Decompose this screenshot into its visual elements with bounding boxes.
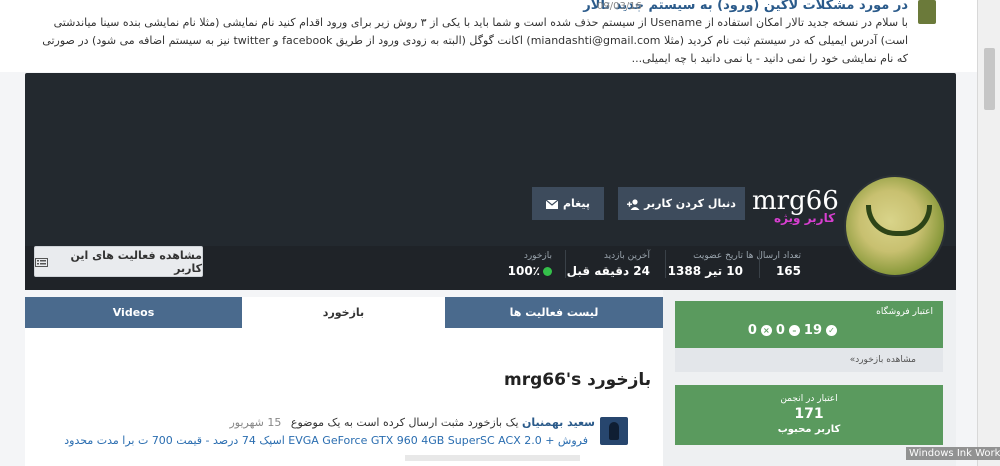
scrollbar-thumb[interactable] (984, 48, 995, 110)
follow-label: دنبال کردن کاربر (644, 197, 736, 210)
tab-activity[interactable]: لیست فعالیت ها (445, 297, 663, 328)
post-author-avatar[interactable] (918, 0, 936, 24)
check-icon (543, 267, 552, 276)
stat-label: بازخورد (523, 251, 552, 261)
message-button[interactable]: پیغام (532, 187, 604, 220)
page-scrollbar[interactable] (977, 0, 1000, 466)
profile-tabs: Videos بازخورد لیست فعالیت ها (25, 297, 663, 328)
stat-divider (565, 250, 566, 278)
envelope-icon (545, 197, 558, 210)
negative-icon: × (760, 325, 772, 336)
feedback-entry: سعید بهمنیان یک بازخورد مثبت ارسال کرده … (229, 416, 595, 429)
tab-videos[interactable]: Videos (25, 297, 242, 328)
windows-ink-overlay[interactable]: Windows Ink Work... (906, 447, 1000, 460)
store-reputation-title: اعتبار فروشگاه (876, 307, 933, 317)
stat-post-count: تعداد ارسال ها 165 (746, 251, 801, 278)
positive-icon: ✓ (826, 325, 837, 336)
stat-last-visit: آخرین بازدید 24 دقیقه قبل (567, 251, 650, 278)
feedback-topic-link[interactable]: فروش + EVGA GeForce GTX 960 4GB SuperSC … (64, 434, 588, 447)
store-reputation-values: ✓ 19 – 0 × 0 (748, 323, 837, 338)
feedback-date: 15 شهریور (229, 416, 282, 429)
stat-divider (665, 250, 666, 278)
forum-reputation-label: کاربر محبوب (777, 424, 841, 435)
store-reputation-header: اعتبار فروشگاه ✓ 19 – 0 × 0 (675, 301, 943, 348)
stat-join-date: تاریخ عضویت 10 تیر 1388 (668, 251, 743, 278)
stat-value: 10 تیر 1388 (667, 264, 743, 278)
add-user-icon (627, 197, 640, 210)
stat-value: 100٪ (507, 264, 540, 278)
forum-reputation-card: اعتبار در انجمن 171 کاربر محبوب (675, 385, 943, 445)
stat-value: 165 (775, 264, 801, 278)
stat-divider (759, 250, 760, 278)
view-activity-button[interactable]: مشاهده فعالیت های این کاربر (34, 246, 203, 277)
view-feedback-link[interactable]: مشاهده بازخورد» (850, 355, 916, 365)
stat-label: آخرین بازدید (603, 251, 650, 261)
neutral-icon: – (788, 325, 800, 336)
message-label: پیغام (562, 197, 591, 210)
neutral-count: 0 (775, 323, 785, 338)
profile-role-badge: کاربر ویژه (774, 211, 836, 225)
post-excerpt: با سلام در نسخه جدید تالار امکان استفاده… (42, 16, 908, 65)
activity-button-label: مشاهده فعالیت های این کاربر (70, 248, 202, 275)
negative-count: 0 (747, 323, 757, 338)
stat-feedback: بازخورد 100٪ (508, 251, 552, 278)
stat-label: تعداد ارسال ها (746, 251, 801, 261)
activity-icon (35, 255, 48, 268)
feedback-text: یک بازخورد مثبت ارسال کرده است به یک موض… (290, 416, 519, 429)
stat-value: 24 دقیقه قبل (566, 264, 650, 278)
stat-value-wrap: 100٪ (508, 264, 552, 278)
post-date: 09/03/16 (597, 1, 642, 12)
feedback-author-link[interactable]: سعید بهمنیان (522, 416, 595, 429)
stat-label: تاریخ عضویت (693, 251, 743, 261)
tab-feedback[interactable]: بازخورد (242, 297, 445, 328)
feedback-next-entry (405, 455, 580, 461)
follow-user-button[interactable]: دنبال کردن کاربر (618, 187, 745, 220)
forum-reputation-title: اعتبار در انجمن (780, 394, 838, 404)
positive-count: 19 (803, 323, 822, 338)
page-title: mrg66's بازخورد (504, 370, 652, 390)
forum-reputation-value: 171 (794, 406, 824, 422)
feedback-author-avatar[interactable] (600, 417, 628, 445)
